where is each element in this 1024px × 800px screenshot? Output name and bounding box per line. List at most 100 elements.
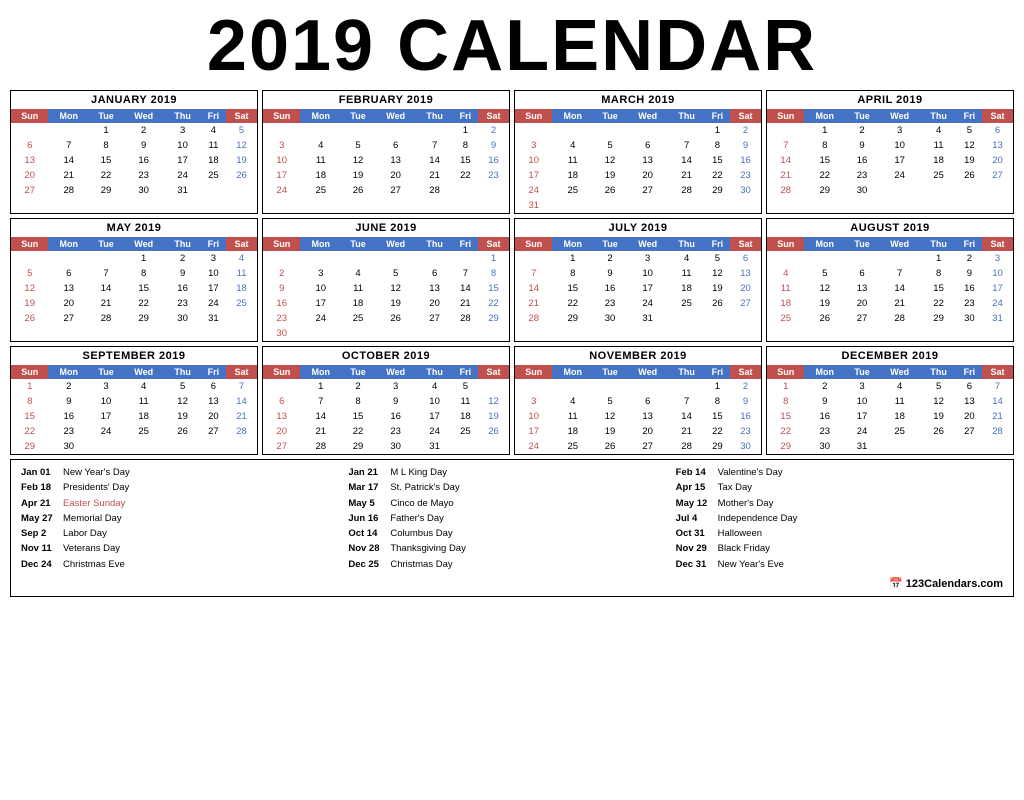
cal-day: 12 (957, 138, 982, 153)
day-header: Thu (668, 365, 704, 379)
cal-day: 24 (515, 183, 552, 198)
cal-day: 7 (48, 138, 89, 153)
cal-day: 1 (453, 123, 478, 138)
holiday-name: Christmas Day (390, 558, 452, 572)
cal-day: 27 (627, 439, 668, 454)
cal-day: 26 (920, 424, 956, 439)
day-header: Wed (375, 109, 416, 123)
cal-day: 6 (48, 266, 89, 281)
holiday-name: Independence Day (718, 512, 798, 526)
cal-day: 6 (627, 138, 668, 153)
holiday-name: Mother's Day (718, 497, 774, 511)
cal-day (845, 251, 879, 266)
cal-day: 26 (375, 311, 416, 326)
holiday-name: St. Patrick's Day (390, 481, 459, 495)
cal-day: 11 (767, 281, 804, 296)
day-header: Sun (11, 237, 48, 251)
cal-day: 9 (164, 266, 200, 281)
cal-day: 2 (263, 266, 300, 281)
holiday-date: Jan 21 (348, 466, 390, 480)
cal-day: 18 (341, 296, 375, 311)
day-header: Wed (879, 365, 920, 379)
cal-day: 6 (11, 138, 48, 153)
cal-day: 30 (48, 439, 89, 454)
cal-day: 19 (341, 168, 375, 183)
cal-day: 23 (804, 424, 845, 439)
cal-day: 24 (416, 424, 452, 439)
holiday-row: Apr 15Tax Day (676, 481, 1003, 495)
cal-table: SunMonTueWedThuFriSat1234567891011121314… (515, 237, 761, 326)
cal-day: 16 (804, 409, 845, 424)
cal-day (416, 251, 452, 266)
day-header: Mon (552, 365, 593, 379)
cal-day (982, 439, 1013, 454)
cal-day: 16 (730, 153, 761, 168)
cal-day: 11 (920, 138, 956, 153)
holiday-date: Jul 4 (676, 512, 718, 526)
cal-table: SunMonTueWedThuFriSat1234567891011121314… (263, 109, 509, 198)
cal-day: 20 (375, 168, 416, 183)
day-header: Thu (416, 237, 452, 251)
cal-day: 25 (552, 183, 593, 198)
cal-day: 20 (11, 168, 48, 183)
day-header: Sun (767, 237, 804, 251)
cal-day: 29 (705, 439, 730, 454)
cal-day: 12 (920, 394, 956, 409)
day-header: Mon (552, 237, 593, 251)
holiday-row: Dec 24Christmas Eve (21, 558, 348, 572)
cal-day: 25 (226, 296, 257, 311)
cal-day: 19 (593, 168, 627, 183)
cal-day: 9 (957, 266, 982, 281)
day-header: Thu (164, 365, 200, 379)
cal-day (263, 251, 300, 266)
cal-day (957, 183, 982, 198)
cal-day: 20 (48, 296, 89, 311)
cal-day: 19 (226, 153, 257, 168)
cal-day: 2 (845, 123, 879, 138)
cal-table: SunMonTueWedThuFriSat1234567891011121314… (767, 365, 1013, 454)
day-header: Tue (89, 237, 123, 251)
cal-day: 10 (164, 138, 200, 153)
cal-day (263, 379, 300, 394)
cal-day (89, 251, 123, 266)
holiday-row: Nov 29Black Friday (676, 542, 1003, 556)
holiday-date: Feb 14 (676, 466, 718, 480)
cal-day: 29 (920, 311, 956, 326)
day-header: Thu (920, 109, 956, 123)
day-header: Tue (593, 365, 627, 379)
cal-day: 19 (478, 409, 509, 424)
cal-day: 18 (552, 168, 593, 183)
cal-day: 25 (552, 439, 593, 454)
cal-day: 8 (804, 138, 845, 153)
cal-day: 2 (730, 123, 761, 138)
cal-day: 29 (552, 311, 593, 326)
day-header: Tue (89, 365, 123, 379)
cal-day: 27 (48, 311, 89, 326)
day-header: Wed (123, 109, 164, 123)
cal-day: 27 (730, 296, 761, 311)
day-header: Sat (730, 365, 761, 379)
cal-day: 9 (845, 138, 879, 153)
holiday-name: Halloween (718, 527, 762, 541)
cal-day: 20 (730, 281, 761, 296)
cal-day (300, 251, 341, 266)
cal-day (263, 123, 300, 138)
holiday-row: Oct 14Columbus Day (348, 527, 675, 541)
cal-day (767, 251, 804, 266)
cal-day: 23 (375, 424, 416, 439)
cal-day: 18 (920, 153, 956, 168)
holiday-date: Feb 18 (21, 481, 63, 495)
cal-day (226, 311, 257, 326)
cal-day: 13 (11, 153, 48, 168)
cal-day: 18 (226, 281, 257, 296)
cal-day: 4 (552, 138, 593, 153)
cal-day: 28 (453, 311, 478, 326)
cal-day: 10 (982, 266, 1013, 281)
logo-area: 📅 123Calendars.com (676, 573, 1003, 590)
month-block-12: DECEMBER 2019SunMonTueWedThuFriSat123456… (766, 346, 1014, 455)
cal-day: 15 (920, 281, 956, 296)
cal-day: 6 (263, 394, 300, 409)
cal-day: 11 (879, 394, 920, 409)
cal-day: 25 (300, 183, 341, 198)
cal-day: 15 (123, 281, 164, 296)
